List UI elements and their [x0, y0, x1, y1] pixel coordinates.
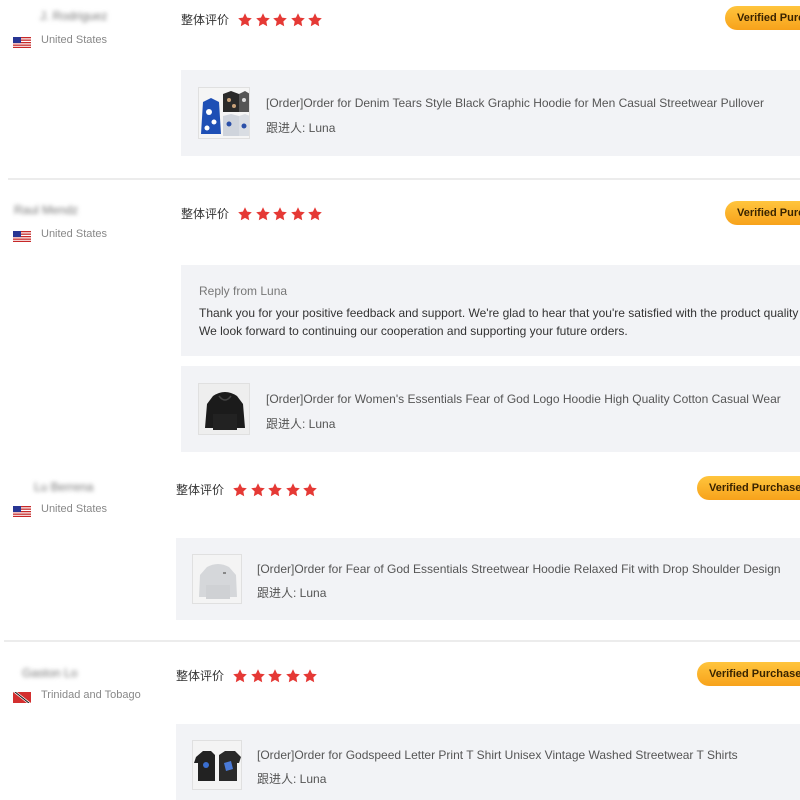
order-follower: 跟进人: Luna — [257, 586, 327, 600]
review-divider — [4, 640, 800, 642]
order-title-link[interactable]: [Order]Order for Fear of God Essentials … — [257, 562, 781, 576]
star-icon — [250, 668, 266, 684]
verified-purchase-badge: Verified Purc — [725, 201, 800, 225]
order-panel[interactable]: [Order]Order for Women's Essentials Fear… — [181, 366, 800, 452]
star-icon — [285, 482, 301, 498]
reviewer-country-row: United States — [13, 34, 107, 46]
order-title-link[interactable]: [Order]Order for Women's Essentials Fear… — [266, 392, 781, 406]
review-card: Lu Berrena United States 整体评价 Verified P… — [0, 468, 800, 638]
order-panel[interactable]: [Order]Order for Denim Tears Style Black… — [181, 70, 800, 156]
star-icon — [255, 206, 271, 222]
reviewer-name: Gaston Lo — [22, 666, 78, 680]
reviewer-country: United States — [41, 34, 108, 46]
star-rating — [237, 206, 325, 222]
star-icon — [302, 668, 318, 684]
star-icon — [232, 482, 248, 498]
reviewer-name: Raul Mendz — [14, 203, 79, 217]
star-icon — [302, 482, 318, 498]
review-card: Raul Mendz United States 整体评价 Verified P… — [0, 190, 800, 460]
review-divider — [8, 178, 800, 180]
star-icon — [267, 482, 283, 498]
star-icon — [307, 12, 323, 28]
reply-title: Reply from Luna — [199, 284, 288, 298]
verified-purchase-badge: Verified Purchase — [697, 476, 800, 500]
rating-row: 整体评价 — [181, 11, 325, 28]
rating-row: 整体评价 — [176, 481, 320, 498]
reviewer-country: Trinidad and Tobago — [41, 689, 141, 701]
verified-purchase-badge: Verified Purchase — [697, 662, 800, 686]
star-icon — [272, 12, 288, 28]
product-thumbnail[interactable] — [198, 87, 250, 139]
order-panel[interactable]: [Order]Order for Fear of God Essentials … — [176, 538, 800, 620]
reply-text-line-2: We look forward to continuing our cooper… — [199, 324, 628, 338]
reply-text-line-1: Thank you for your positive feedback and… — [199, 306, 799, 320]
order-follower: 跟进人: Luna — [266, 121, 336, 135]
reviewer-country: United States — [41, 503, 108, 515]
star-icon — [290, 12, 306, 28]
star-rating — [232, 668, 320, 684]
reviewer-country: United States — [41, 228, 108, 240]
product-thumbnail[interactable] — [192, 554, 242, 604]
star-rating — [237, 12, 325, 28]
star-icon — [232, 668, 248, 684]
reviewer-country-row: United States — [13, 228, 107, 240]
star-rating — [232, 482, 320, 498]
reviewer-name: Lu Berrena — [34, 480, 94, 494]
rating-label: 整体评价 — [176, 483, 225, 497]
rating-label: 整体评价 — [181, 207, 230, 221]
review-card: Gaston Lo Trinidad and Tobago 整体评价 Verif… — [0, 654, 800, 800]
rating-label: 整体评价 — [176, 669, 225, 683]
reply-panel: Reply from Luna Thank you for your posit… — [181, 265, 800, 356]
star-icon — [272, 206, 288, 222]
product-thumbnail[interactable] — [192, 740, 242, 790]
us-flag-icon — [13, 35, 31, 46]
product-thumbnail[interactable] — [198, 383, 250, 435]
verified-purchase-badge: Verified Purc — [725, 6, 800, 30]
reviewer-country-row: United States — [13, 503, 107, 515]
us-flag-icon — [13, 229, 31, 240]
star-icon — [237, 206, 253, 222]
order-title-link[interactable]: [Order]Order for Denim Tears Style Black… — [266, 96, 764, 110]
star-icon — [285, 668, 301, 684]
star-icon — [255, 12, 271, 28]
order-follower: 跟进人: Luna — [266, 417, 336, 431]
order-follower: 跟进人: Luna — [257, 772, 327, 786]
star-icon — [250, 482, 266, 498]
rating-row: 整体评价 — [181, 205, 325, 222]
star-icon — [237, 12, 253, 28]
order-panel[interactable]: [Order]Order for Godspeed Letter Print T… — [176, 724, 800, 800]
order-title-link[interactable]: [Order]Order for Godspeed Letter Print T… — [257, 748, 738, 762]
star-icon — [267, 668, 283, 684]
review-card: J. Rodriguez United States 整体评价 Verified… — [0, 0, 800, 180]
rating-row: 整体评价 — [176, 667, 320, 684]
us-flag-icon — [13, 504, 31, 515]
star-icon — [290, 206, 306, 222]
trinidad-tobago-flag-icon — [13, 690, 31, 701]
rating-label: 整体评价 — [181, 13, 230, 27]
reviewer-country-row: Trinidad and Tobago — [13, 689, 141, 701]
star-icon — [307, 206, 323, 222]
reviewer-name: J. Rodriguez — [40, 9, 108, 23]
